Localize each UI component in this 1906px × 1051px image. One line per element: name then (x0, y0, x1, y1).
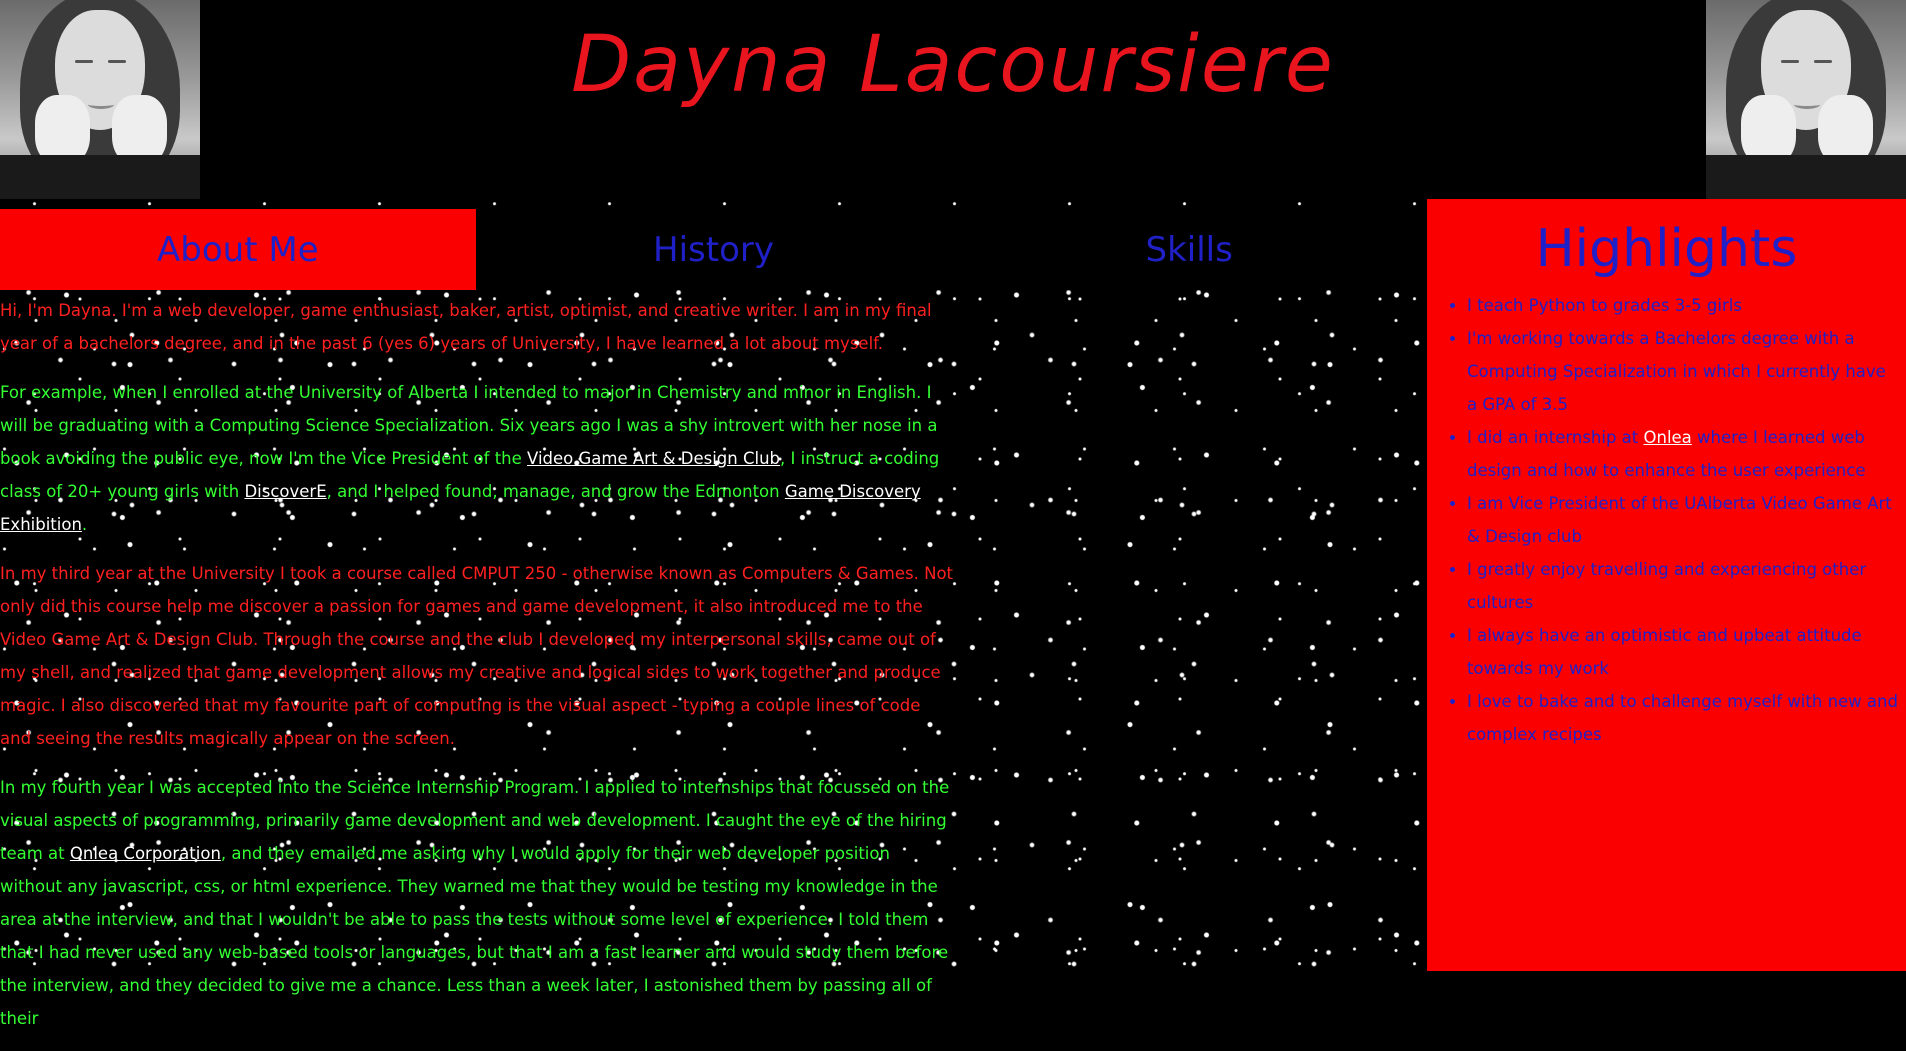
list-item: I greatly enjoy travelling and experienc… (1467, 553, 1898, 619)
list-item: I love to bake and to challenge myself w… (1467, 685, 1898, 751)
tab-history[interactable]: History (476, 209, 952, 290)
tab-about-me[interactable]: About Me (0, 209, 476, 290)
onlea-link[interactable]: Onlea (1644, 428, 1692, 447)
list-item: I did an internship at Onlea where I lea… (1467, 421, 1898, 487)
about-paragraph-2: For example, when I enrolled at the Univ… (0, 376, 955, 541)
list-item: I teach Python to grades 3-5 girls (1467, 289, 1898, 322)
video-game-club-link[interactable]: Video Game Art & Design Club (527, 449, 780, 468)
list-item: I always have an optimistic and upbeat a… (1467, 619, 1898, 685)
tab-skills[interactable]: Skills (951, 209, 1427, 290)
page-header: Dayna Lacoursiere (0, 0, 1906, 199)
about-paragraph-4: In my fourth year I was accepted into th… (0, 771, 955, 1035)
highlights-panel: Highlights I teach Python to grades 3-5 … (1427, 199, 1906, 971)
paragraph-text: . (81, 515, 88, 534)
about-content: Hi, I'm Dayna. I'm a web developer, game… (0, 294, 955, 1051)
site-title: Dayna Lacoursiere (571, 20, 1335, 110)
paragraph-text: , and I helped found, manage, and grow t… (326, 482, 785, 501)
onlea-corporation-link[interactable]: Onlea Corporation (70, 844, 221, 863)
list-item: I'm working towards a Bachelors degree w… (1467, 322, 1898, 421)
highlights-title: Highlights (1535, 219, 1798, 279)
about-paragraph-3: In my third year at the University I too… (0, 564, 954, 748)
highlights-list: I teach Python to grades 3-5 girls I'm w… (1427, 289, 1906, 751)
about-paragraph-1: Hi, I'm Dayna. I'm a web developer, game… (0, 301, 932, 353)
list-item-text: I did an internship at (1467, 428, 1644, 447)
paragraph-text: , and they emailed me asking why I would… (0, 844, 949, 1028)
portrait-photo-right (1706, 0, 1906, 199)
list-item: I am Vice President of the UAlberta Vide… (1467, 487, 1898, 553)
discovere-link[interactable]: DiscoverE (244, 482, 326, 501)
nav-tabs: About Me History Skills (0, 209, 1427, 290)
